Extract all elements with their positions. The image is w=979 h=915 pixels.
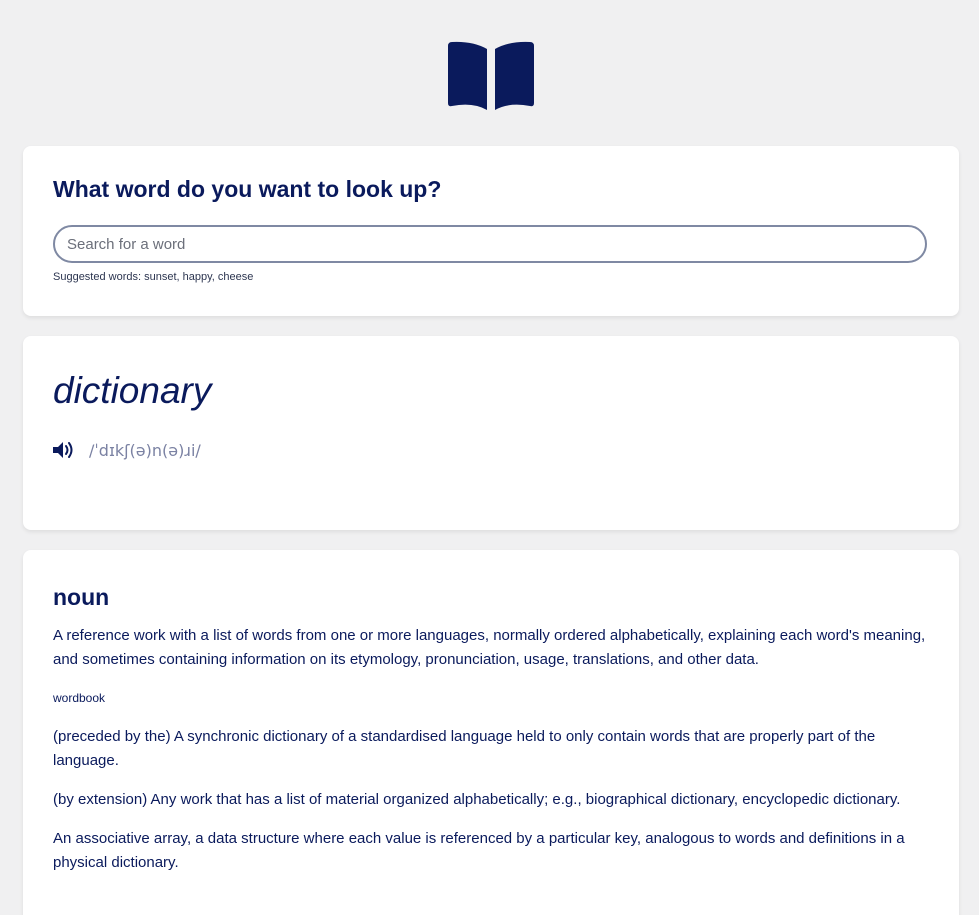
definition-item: (by extension) Any work that has a list … [53,791,901,808]
meaning-card: noun A reference work with a list of wor… [23,550,959,915]
phonetic-text: /ˈdɪkʃ(ə)n(ə)ɹi/ [89,441,201,460]
search-input[interactable] [53,225,927,263]
search-heading: What word do you want to look up? [53,176,442,202]
dictionary-app: What word do you want to look up? Sugges… [0,0,979,915]
definition-item: A reference work with a list of words fr… [53,627,926,668]
speaker-icon[interactable] [52,440,76,460]
synonym-text: wordbook [53,691,106,705]
word-heading: dictionary [53,370,212,411]
definition-item: (preceded by the) A synchronic dictionar… [53,728,876,769]
word-card: dictionary /ˈdɪkʃ(ə)n(ə)ɹi/ [23,336,959,530]
suggested-words: Suggested words: sunset, happy, cheese [53,271,254,283]
search-card: What word do you want to look up? Sugges… [23,146,959,316]
part-of-speech: noun [53,584,110,610]
definition-item: An associative array, a data structure w… [53,830,905,871]
definition-list: A reference work with a list of words fr… [53,624,933,890]
open-book-icon [448,41,534,111]
